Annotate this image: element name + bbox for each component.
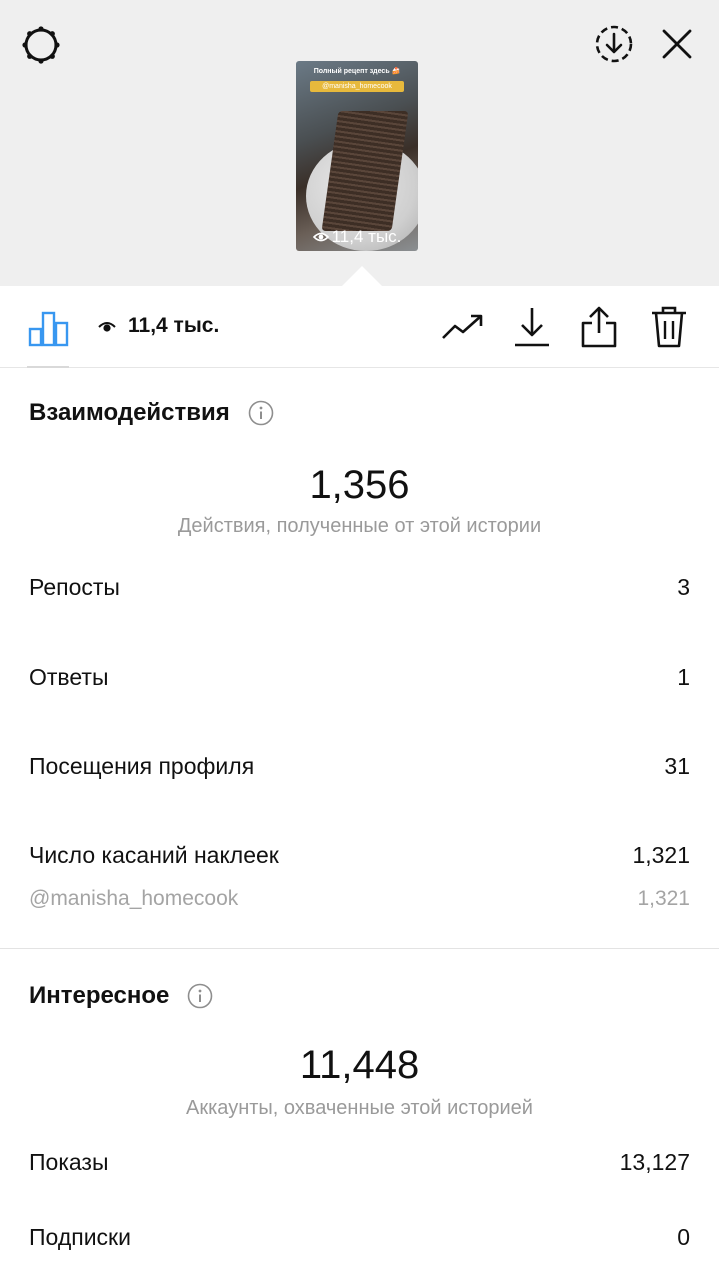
thumbnail-caption: Полный рецепт здесь 🍰 [313, 68, 401, 75]
interactions-section-title: Взаимодействия [29, 399, 274, 427]
download-icon[interactable] [512, 304, 552, 350]
metric-row-impressions: Показы 13,127 [29, 1149, 690, 1176]
info-icon[interactable] [187, 983, 213, 1009]
metric-label: Показы [29, 1149, 109, 1175]
selection-pointer [342, 266, 382, 286]
metric-row-follows: Подписки 0 [29, 1224, 690, 1251]
discovery-total: 11,448 [299, 1043, 420, 1087]
info-icon[interactable] [248, 400, 274, 426]
metric-label: Репосты [29, 574, 120, 600]
promote-trend-icon[interactable] [440, 310, 486, 344]
thumbnail-views-count: 11,4 тыс. [331, 227, 402, 246]
metric-value: 1,321 [637, 887, 690, 910]
metric-value: 0 [677, 1224, 690, 1250]
insights-chart-icon[interactable] [27, 304, 71, 348]
thumbnail-views: 11,4 тыс. [296, 227, 418, 247]
active-tab-indicator [27, 366, 69, 368]
eye-icon [312, 232, 329, 242]
metric-row-sticker-mention: @manisha_homecook 1,321 [29, 887, 690, 911]
metric-label: Подписки [29, 1224, 131, 1250]
settings-gear-icon[interactable] [18, 22, 64, 68]
insights-toolbar: 11,4 тыс. [0, 286, 719, 368]
section-divider [0, 948, 719, 949]
discovery-title-text: Интересное [29, 982, 170, 1009]
metric-label: Число касаний наклеек [29, 842, 279, 868]
interactions-total: 1,356 [309, 463, 410, 507]
metric-label: @manisha_homecook [29, 887, 239, 910]
metric-row-reposts: Репосты 3 [29, 574, 690, 601]
metric-value: 3 [677, 574, 690, 600]
discovery-total-caption: Аккаунты, охваченные этой историей [186, 1097, 533, 1119]
metric-row-profile-visits: Посещения профиля 31 [29, 753, 690, 780]
interactions-title-text: Взаимодействия [29, 399, 230, 426]
metric-label: Посещения профиля [29, 753, 255, 779]
metric-label: Ответы [29, 664, 109, 690]
close-icon[interactable] [655, 22, 699, 66]
save-download-icon[interactable] [590, 20, 638, 68]
metric-row-sticker-taps: Число касаний наклеек 1,321 [29, 842, 690, 869]
eye-icon [98, 321, 116, 332]
metric-value: 31 [664, 753, 690, 779]
share-icon[interactable] [578, 304, 620, 350]
metric-value: 1,321 [632, 842, 690, 868]
delete-trash-icon[interactable] [648, 304, 690, 350]
story-preview-area: Полный рецепт здесь 🍰 @manisha_homecook … [0, 0, 719, 286]
metric-row-replies: Ответы 1 [29, 664, 690, 691]
metric-value: 13,127 [619, 1149, 690, 1175]
interactions-total-caption: Действия, полученные от этой истории [177, 515, 542, 537]
discovery-section-title: Интересное [29, 982, 213, 1010]
thumbnail-mention-sticker: @manisha_homecook [310, 81, 404, 92]
story-thumbnail[interactable]: Полный рецепт здесь 🍰 @manisha_homecook … [296, 61, 418, 251]
views-count: 11,4 тыс. [98, 314, 219, 338]
views-count-value: 11,4 тыс. [128, 314, 220, 337]
metric-value: 1 [677, 664, 690, 690]
